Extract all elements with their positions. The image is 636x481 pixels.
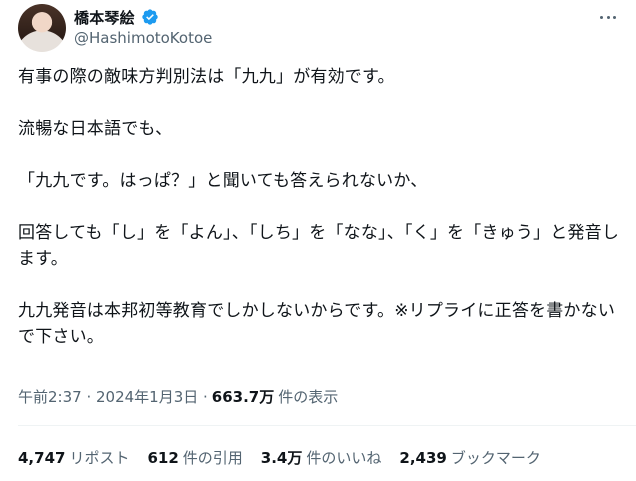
- tweet-detail: 橋本琴絵 @HashimotoKotoe 有事の際の敵味方判別法は「九九」が有効…: [0, 0, 636, 481]
- tweet-meta: 午前2:37 · 2024年1月3日 · 663.7万 件の表示: [18, 386, 338, 407]
- tweet-timestamp[interactable]: 午前2:37 · 2024年1月3日 ·: [18, 386, 208, 407]
- tweet-text: 有事の際の敵味方判別法は「九九」が有効です。 流暢な日本語でも、 「九九です。は…: [18, 67, 620, 347]
- views-label: 件の表示: [278, 388, 339, 406]
- quotes-label: 件の引用: [182, 449, 243, 467]
- avatar[interactable]: [18, 4, 66, 52]
- tweet-stats: 4,747 リポスト 612 件の引用 3.4万 件のいいね 2,439 ブック…: [18, 447, 559, 468]
- author-display-name[interactable]: 橋本琴絵: [74, 7, 135, 28]
- reposts-stat[interactable]: 4,747 リポスト: [18, 447, 129, 468]
- likes-count: 3.4万: [260, 449, 303, 467]
- reposts-label: リポスト: [69, 449, 130, 467]
- likes-stat[interactable]: 3.4万 件のいいね: [261, 447, 382, 468]
- views-count: 663.7万: [211, 388, 275, 406]
- bookmarks-stat[interactable]: 2,439 ブックマーク: [399, 447, 540, 468]
- reposts-count: 4,747: [18, 448, 66, 467]
- author-name-row: 橋本琴絵: [74, 6, 159, 28]
- more-options-icon[interactable]: [598, 8, 618, 26]
- bookmarks-label: ブックマーク: [450, 449, 541, 467]
- likes-label: 件のいいね: [306, 449, 382, 467]
- bookmarks-count: 2,439: [399, 448, 447, 467]
- author-handle[interactable]: @HashimotoKotoe: [74, 29, 212, 47]
- tweet-header: 橋本琴絵 @HashimotoKotoe: [18, 4, 618, 52]
- quotes-stat[interactable]: 612 件の引用: [147, 447, 242, 468]
- verified-badge-icon: [142, 9, 158, 25]
- quotes-count: 612: [147, 448, 179, 467]
- divider: [18, 425, 636, 426]
